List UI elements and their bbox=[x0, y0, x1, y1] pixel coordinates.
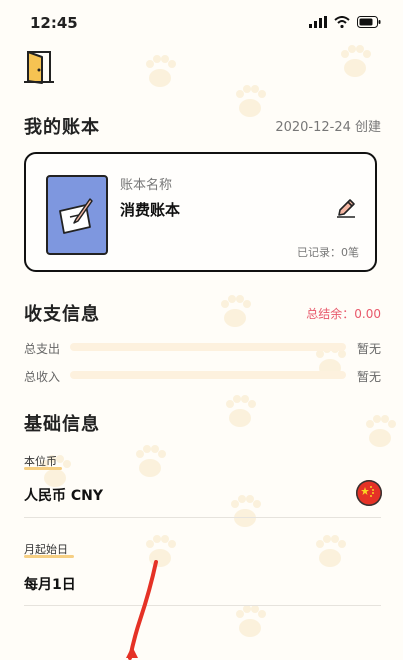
background-paw-pattern bbox=[41, 45, 396, 637]
status-time: 12:45 bbox=[30, 14, 78, 32]
created-date: 2020-12-24 创建 bbox=[275, 120, 381, 135]
book-icon bbox=[46, 175, 108, 255]
currency-value[interactable]: 人民币 CNY bbox=[24, 485, 103, 505]
divider bbox=[24, 605, 381, 606]
total-expense-label: 总支出 bbox=[24, 342, 61, 356]
start-day-label-underline bbox=[24, 555, 74, 558]
basic-info-title: 基础信息 bbox=[24, 414, 100, 435]
pencil-icon[interactable] bbox=[335, 197, 357, 219]
start-day-value[interactable]: 每月1日 bbox=[24, 574, 76, 594]
ledger-name: 消费账本 bbox=[120, 201, 181, 219]
door-icon[interactable] bbox=[24, 48, 58, 84]
ledger-card[interactable]: 账本名称 消费账本 已记录：0笔 bbox=[24, 152, 377, 272]
status-bar: 12:45 bbox=[0, 0, 403, 46]
total-expense-bar bbox=[70, 343, 346, 351]
china-flag-icon[interactable] bbox=[356, 480, 382, 506]
red-annotation-stroke bbox=[126, 560, 158, 660]
total-balance: 总结余：0.00 bbox=[306, 307, 381, 321]
signal-icon bbox=[309, 16, 327, 28]
total-expense-value: 暂无 bbox=[356, 342, 381, 356]
total-income-value: 暂无 bbox=[356, 370, 381, 384]
wifi-icon bbox=[334, 16, 350, 28]
total-income-bar bbox=[70, 371, 346, 379]
record-count: 已记录：0笔 bbox=[297, 246, 359, 259]
divider bbox=[24, 517, 381, 518]
currency-label-underline bbox=[24, 467, 62, 470]
battery-icon bbox=[357, 16, 381, 28]
ledger-title: 我的账本 bbox=[24, 117, 100, 138]
ledger-name-label: 账本名称 bbox=[120, 178, 173, 193]
status-icons bbox=[309, 16, 381, 28]
total-income-label: 总收入 bbox=[24, 370, 61, 384]
income-expense-title: 收支信息 bbox=[24, 304, 100, 325]
